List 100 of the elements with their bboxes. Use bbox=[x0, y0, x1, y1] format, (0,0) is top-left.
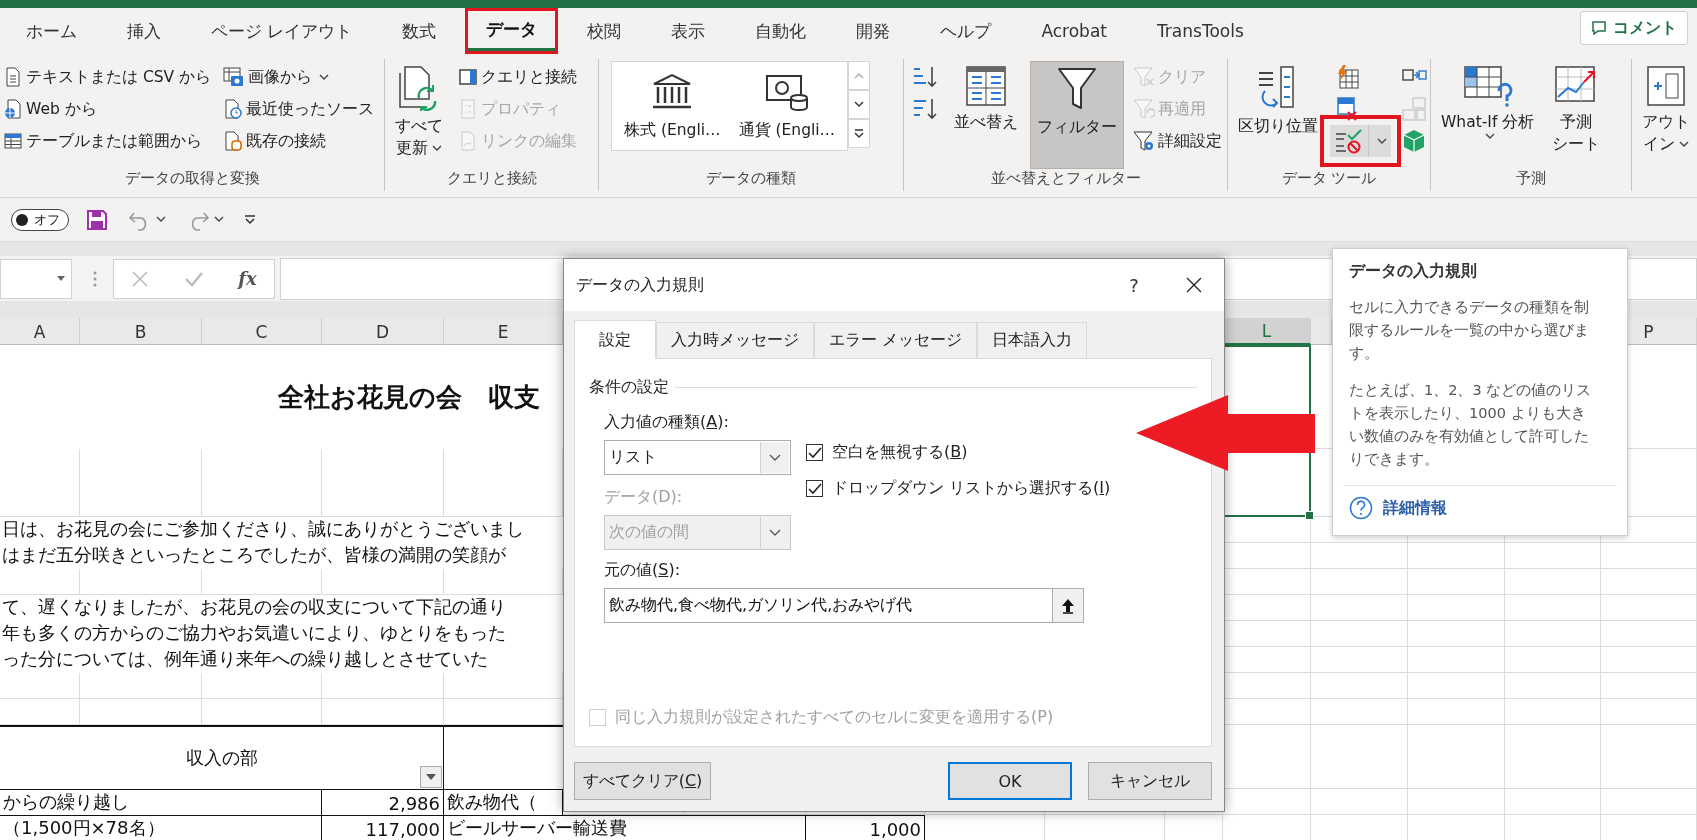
insert-function-button[interactable]: fx bbox=[238, 268, 257, 289]
ribbon-tab[interactable]: 自動化 bbox=[737, 11, 825, 51]
sheet-cell[interactable] bbox=[1408, 595, 1505, 621]
ribbon-tab[interactable]: Acrobat bbox=[1023, 11, 1125, 51]
sheet-cell[interactable] bbox=[1505, 595, 1601, 621]
sheet-cell[interactable] bbox=[1311, 543, 1408, 569]
column-header[interactable]: A bbox=[0, 318, 80, 345]
help-button[interactable]: ? bbox=[1114, 267, 1154, 303]
ribbon-button[interactable]: 既存の接続 bbox=[220, 125, 378, 157]
sheet-cell[interactable] bbox=[1311, 569, 1408, 595]
sheet-cell[interactable] bbox=[1311, 699, 1408, 725]
sheet-cell[interactable] bbox=[1311, 673, 1408, 699]
group-label: クエリと接続 bbox=[445, 169, 538, 188]
sheet-cell[interactable] bbox=[1505, 789, 1601, 815]
checkbox[interactable] bbox=[806, 444, 823, 461]
sheet-cell[interactable] bbox=[1311, 621, 1408, 647]
data-type-button[interactable]: 通貨 (Engli… bbox=[734, 62, 840, 150]
allow-dropdown[interactable]: リスト bbox=[604, 440, 791, 475]
ribbon-button[interactable]: What-If 分析 bbox=[1435, 61, 1541, 157]
dialog-button[interactable]: キャンセル bbox=[1088, 762, 1212, 800]
learn-more-link[interactable]: 詳細情報 bbox=[1383, 497, 1447, 519]
sheet-cell[interactable] bbox=[1311, 789, 1408, 815]
sheet-cell[interactable] bbox=[1311, 725, 1408, 789]
sheet-cell[interactable] bbox=[1408, 725, 1505, 789]
ribbon-button[interactable]: 予測 シート bbox=[1546, 61, 1607, 160]
fill-handle[interactable] bbox=[1305, 511, 1314, 520]
ribbon-button[interactable]: すべて 更新 bbox=[389, 61, 449, 164]
column-header[interactable] bbox=[1311, 318, 1332, 345]
checkbox[interactable] bbox=[806, 480, 823, 497]
sheet-cell[interactable] bbox=[1505, 621, 1601, 647]
sheet-cell[interactable] bbox=[1601, 673, 1697, 699]
ribbon-button[interactable]: 詳細設定 bbox=[1130, 125, 1225, 157]
ribbon-tab[interactable]: ヘルプ bbox=[922, 11, 1010, 51]
sheet-cell[interactable] bbox=[1505, 647, 1601, 673]
sheet-cell[interactable] bbox=[1601, 699, 1697, 725]
sheet-cell[interactable] bbox=[1408, 647, 1505, 673]
sheet-cell[interactable] bbox=[1408, 621, 1505, 647]
sheet-cell[interactable] bbox=[1311, 647, 1408, 673]
sheet-cell[interactable] bbox=[1408, 543, 1505, 569]
ribbon-button[interactable]: 最近使ったソース bbox=[220, 93, 378, 125]
column-header[interactable]: L bbox=[1223, 318, 1311, 345]
ribbon-button[interactable]: クエリと接続 bbox=[455, 61, 580, 93]
ribbon-button[interactable]: 区切り位置 bbox=[1232, 61, 1324, 157]
ribbon-tab[interactable]: 挿入 bbox=[109, 11, 179, 51]
sheet-cell[interactable] bbox=[1601, 725, 1697, 789]
sheet-cell[interactable] bbox=[1311, 595, 1408, 621]
sheet-cell[interactable] bbox=[1601, 647, 1697, 673]
sheet-cell[interactable] bbox=[1505, 673, 1601, 699]
ribbon-button[interactable]: テキストまたは CSV から bbox=[0, 61, 215, 93]
sheet-cell[interactable] bbox=[1505, 725, 1601, 789]
data-type-button[interactable]: 株式 (Engli… bbox=[620, 62, 725, 150]
collapse-dialog-button[interactable] bbox=[1052, 588, 1084, 623]
dialog-tab[interactable]: 日本語入力 bbox=[977, 322, 1088, 358]
column-header[interactable]: E bbox=[444, 318, 563, 345]
comment-button[interactable]: コメント bbox=[1580, 11, 1688, 45]
ribbon-tab[interactable]: データ bbox=[468, 11, 556, 51]
dialog-tab[interactable]: 入力時メッセージ bbox=[656, 322, 814, 358]
ribbon-tab[interactable]: TransTools bbox=[1139, 11, 1262, 51]
sheet-cell[interactable] bbox=[1601, 595, 1697, 621]
source-field[interactable]: 飲み物代,食べ物代,ガソリン代,おみやげ代 bbox=[604, 588, 1052, 623]
dialog-button[interactable]: OK bbox=[948, 762, 1072, 800]
sheet-cell[interactable] bbox=[1408, 789, 1505, 815]
name-box[interactable] bbox=[0, 258, 72, 299]
sheet-cell[interactable] bbox=[1408, 569, 1505, 595]
ribbon-tab[interactable]: 開発 bbox=[838, 11, 909, 51]
sheet-cell[interactable] bbox=[1601, 543, 1697, 569]
properties-icon bbox=[458, 98, 478, 120]
what-if-icon bbox=[1462, 65, 1513, 107]
sheet-cell[interactable] bbox=[1601, 621, 1697, 647]
column-header[interactable]: B bbox=[80, 318, 202, 345]
ribbon-icon-button[interactable] bbox=[1330, 125, 1391, 157]
dialog-button[interactable]: すべてクリア(C) bbox=[574, 762, 711, 800]
ribbon-tab[interactable]: ページ レイアウト bbox=[193, 11, 371, 51]
filter-dropdown-button[interactable] bbox=[420, 766, 442, 788]
ribbon-button[interactable]: テーブルまたは範囲から bbox=[0, 125, 215, 157]
sheet-cell[interactable] bbox=[1505, 569, 1601, 595]
more-button[interactable] bbox=[848, 119, 871, 148]
ribbon-tab[interactable]: ホーム bbox=[8, 11, 95, 51]
sheet-cell[interactable] bbox=[1505, 699, 1601, 725]
scroll-down-button[interactable] bbox=[848, 90, 871, 119]
sheet-cell[interactable] bbox=[1601, 789, 1697, 815]
ribbon-button[interactable]: アウト イン bbox=[1636, 61, 1696, 160]
sheet-cell[interactable] bbox=[1601, 569, 1697, 595]
ribbon-button[interactable]: 並べ替え bbox=[948, 61, 1024, 157]
ribbon-button[interactable]: フィルター bbox=[1030, 61, 1124, 169]
column-header[interactable]: D bbox=[322, 318, 444, 345]
ribbon-button[interactable]: Web から bbox=[0, 93, 215, 125]
ribbon-tab[interactable]: 表示 bbox=[653, 11, 724, 51]
sheet-cell[interactable] bbox=[1408, 673, 1505, 699]
cancel-entry-button[interactable] bbox=[131, 269, 150, 288]
column-header[interactable]: C bbox=[202, 318, 322, 345]
scroll-up-button[interactable] bbox=[848, 61, 871, 90]
sheet-cell[interactable] bbox=[1408, 699, 1505, 725]
ribbon-tab[interactable]: 数式 bbox=[384, 11, 455, 51]
ribbon-tab[interactable]: 校閲 bbox=[569, 11, 640, 51]
dialog-tab[interactable]: エラー メッセージ bbox=[814, 322, 978, 358]
ribbon-button[interactable]: 画像から bbox=[220, 61, 378, 93]
sheet-cell[interactable] bbox=[1505, 543, 1601, 569]
dialog-tab[interactable]: 設定 bbox=[574, 320, 656, 359]
autosave-toggle[interactable]: オフ bbox=[11, 208, 69, 231]
